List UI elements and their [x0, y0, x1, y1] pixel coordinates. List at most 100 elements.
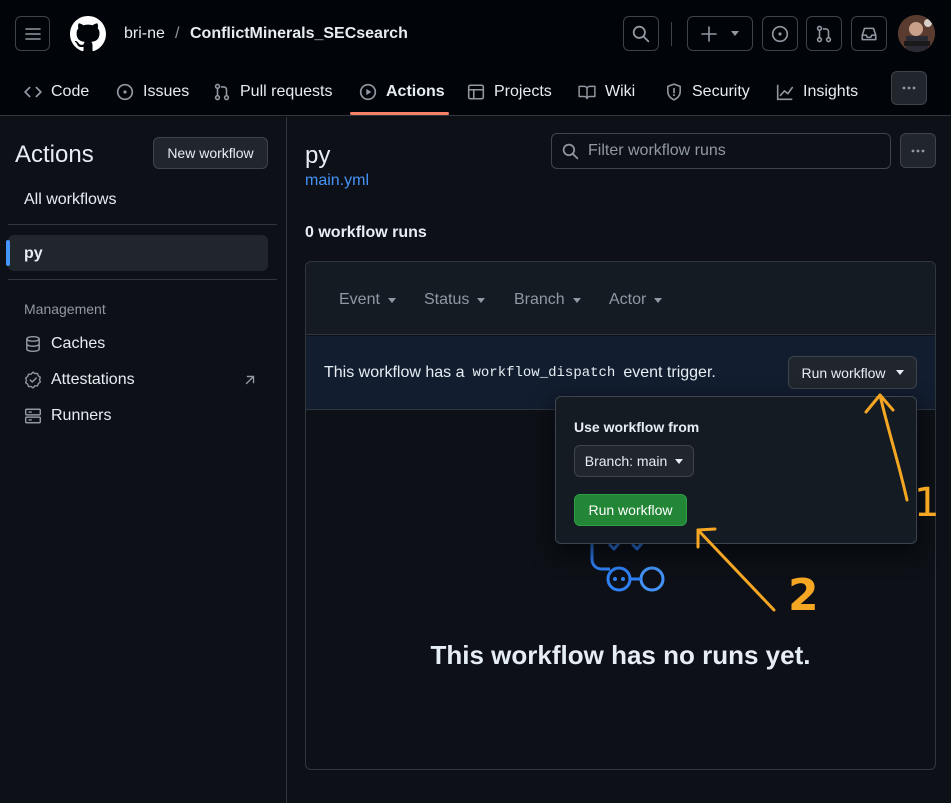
issues-button[interactable] [762, 16, 798, 51]
workflow-runs-count: 0 workflow runs [305, 224, 427, 241]
header-divider [671, 22, 672, 46]
chevron-down-icon [675, 458, 684, 464]
tab-label: Actions [386, 83, 445, 100]
chevron-down-icon [731, 31, 739, 36]
sidebar-item-runners[interactable]: Runners [24, 407, 111, 425]
search-icon [632, 25, 650, 42]
issue-opened-icon [771, 25, 789, 42]
table-icon [467, 84, 485, 100]
filter-label: Branch [514, 291, 565, 308]
kebab-horizontal-icon [911, 149, 925, 152]
sidebar-item-py-selected-bg [8, 235, 268, 271]
server-icon [24, 408, 42, 424]
chevron-down-icon [387, 297, 396, 303]
code-icon [24, 86, 42, 98]
git-pull-request-icon [816, 25, 832, 42]
tab-wiki[interactable]: Wiki [578, 68, 635, 116]
sidebar-divider [8, 279, 277, 280]
chevron-down-icon [895, 370, 904, 375]
event-filter-dropdown[interactable]: Event [339, 291, 396, 309]
more-tabs-button[interactable] [891, 71, 927, 105]
chevron-down-icon [572, 297, 581, 303]
filter-label: Event [339, 291, 380, 308]
workflow-title: py [305, 142, 331, 169]
tab-code[interactable]: Code [24, 68, 89, 116]
search-button[interactable] [623, 16, 659, 51]
annotation-number-1: 1 [914, 480, 940, 526]
sidebar-item-py[interactable]: py [24, 245, 43, 263]
issue-icon [116, 83, 134, 101]
button-label: Run workflow [801, 364, 886, 381]
empty-state-message: This workflow has no runs yet. [430, 640, 811, 670]
sidebar-item-label: Attestations [51, 371, 135, 388]
annotation-number-2: 2 [788, 570, 819, 621]
tab-label: Issues [143, 83, 190, 100]
new-workflow-button[interactable]: New workflow [153, 137, 268, 169]
tab-issues[interactable]: Issues [116, 68, 189, 116]
filter-label: Status [424, 291, 470, 308]
tab-label: Insights [803, 83, 859, 100]
hamburger-icon [24, 27, 41, 40]
tab-projects[interactable]: Projects [467, 68, 552, 116]
search-icon [562, 143, 579, 160]
workflow-file-link[interactable]: main.yml [305, 172, 369, 190]
sidebar-divider [8, 224, 277, 225]
sidebar-section-heading: Management [24, 301, 106, 317]
database-icon [26, 335, 40, 353]
tab-label: Wiki [605, 83, 636, 100]
dispatch-code: workflow_dispatch [472, 365, 616, 381]
sidebar-item-label: Caches [51, 335, 106, 352]
tab-insights[interactable]: Insights [776, 68, 858, 116]
shield-icon [667, 83, 681, 101]
breadcrumb-separator: / [175, 25, 180, 42]
filter-placeholder: Filter workflow runs [588, 142, 726, 159]
sidebar-item-caches[interactable]: Caches [24, 335, 105, 353]
branch-select-button[interactable]: Branch: main [574, 445, 694, 477]
plus-icon [701, 25, 717, 42]
sidebar-selected-indicator [6, 240, 10, 266]
actor-filter-dropdown[interactable]: Actor [609, 291, 663, 309]
arrow-up-right-icon [245, 375, 255, 385]
sidebar-item-attestations[interactable]: Attestations [24, 371, 135, 389]
tab-label: Code [51, 83, 90, 100]
filter-label: Actor [609, 291, 647, 308]
global-header: bri-ne / ConflictMinerals_SECsearch Code [0, 0, 951, 116]
tab-actions[interactable]: Actions [359, 68, 445, 116]
dispatch-message: This workflow has a workflow_dispatch ev… [324, 364, 716, 382]
tab-label: Pull requests [240, 83, 333, 100]
menu-button[interactable] [15, 16, 50, 51]
actions-sidebar: Actions New workflow All workflows py Ma… [0, 117, 287, 803]
chevron-down-icon [477, 297, 486, 303]
breadcrumb-owner[interactable]: bri-ne [124, 25, 165, 43]
filter-workflow-runs-input[interactable]: Filter workflow runs [551, 133, 891, 169]
tab-pull-requests[interactable]: Pull requests [213, 68, 333, 116]
book-icon [578, 85, 596, 100]
github-logo-icon[interactable] [70, 16, 106, 52]
chevron-down-icon [654, 297, 663, 303]
workflow-options-button[interactable] [900, 133, 936, 168]
run-workflow-dropdown-button[interactable]: Run workflow [788, 356, 917, 389]
sidebar-item-all-workflows[interactable]: All workflows [24, 191, 116, 209]
avatar[interactable] [898, 15, 935, 52]
kebab-horizontal-icon [902, 86, 916, 90]
tab-label: Security [692, 83, 750, 100]
repo-nav: Code Issues Pull requests Actions Projec… [0, 68, 951, 116]
sidebar-title: Actions [15, 141, 94, 168]
inbox-button[interactable] [851, 16, 887, 51]
breadcrumb-repo[interactable]: ConflictMinerals_SECsearch [190, 25, 408, 43]
run-workflow-submit-button[interactable]: Run workflow [574, 494, 687, 526]
pull-requests-button[interactable] [806, 16, 842, 51]
status-filter-dropdown[interactable]: Status [424, 291, 486, 309]
create-new-button[interactable] [687, 16, 753, 51]
run-workflow-popover: Use workflow from Branch: main Run workf… [555, 396, 917, 544]
tab-security[interactable]: Security [665, 68, 750, 116]
play-icon [359, 83, 377, 101]
button-label: Branch: main [584, 453, 668, 469]
verified-icon [25, 371, 41, 389]
avatar-image [898, 15, 935, 52]
popover-label: Use workflow from [574, 419, 700, 435]
branch-filter-dropdown[interactable]: Branch [514, 291, 581, 309]
graph-icon [776, 84, 794, 101]
inbox-icon [861, 27, 877, 40]
dispatch-text-suffix: event trigger. [623, 364, 716, 381]
